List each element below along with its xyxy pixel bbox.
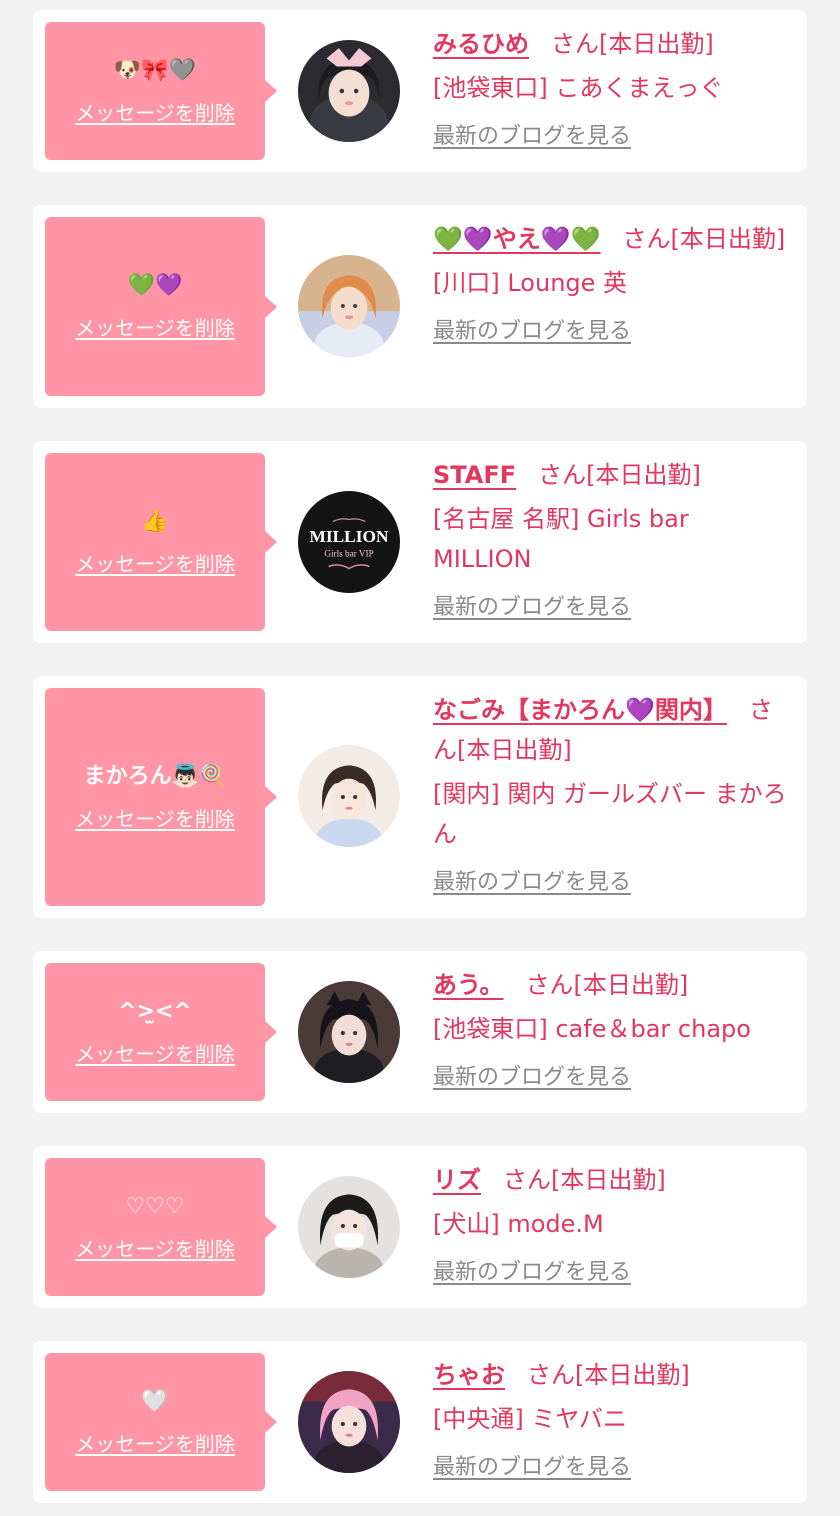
profile-photo-icon [298,1371,400,1473]
message-bubble: ^>̫<^ メッセージを削除 [45,963,277,1101]
status-text: さん[本日出勤] [503,1166,666,1194]
item-info: あう。 さん[本日出勤] [池袋東口] cafe＆bar chapo 最新のブログ… [433,965,789,1095]
message-bubble: 💚💜 メッセージを削除 [45,217,277,396]
list-item: 🤍 メッセージを削除 ちゃお さん[本日出勤] [中央通] ミヤバニ 最新のブログ… [33,1341,807,1503]
million-logo: MILLION Girls bar VIP [298,491,400,593]
message-text: ^>̫<^ [118,998,192,1024]
shop-text: [池袋東口] cafe＆bar chapo [433,1015,751,1043]
blog-link[interactable]: 最新のブログを見る [433,591,631,625]
item-info: 💚💜やえ💜💚 さん[本日出勤] [川口] Lounge 英 最新のブログを見る [433,219,789,349]
blog-link[interactable]: 最新のブログを見る [433,866,631,900]
message-bubble: 🤍 メッセージを削除 [45,1353,277,1491]
list-item: まかろん👼🏻🍭 メッセージを削除 なごみ【まかろん💜関内】 さん[本日出勤] [関… [33,676,807,918]
message-text: 💚💜 [127,273,183,298]
status-text: さん[本日出勤] [622,225,786,253]
item-info: みるひめ さん[本日出勤] [池袋東口] こあくまえっぐ 最新のブログを見る [433,24,789,154]
delete-message-link[interactable]: メッセージを削除 [75,1038,235,1067]
status-text: さん[本日出勤] [527,1361,690,1389]
cast-name-link[interactable]: STAFF [433,461,516,489]
item-info: なごみ【まかろん💜関内】 さん[本日出勤] [関内] 関内 ガールズバー まかろん… [433,690,789,900]
status-text: さん[本日出勤] [538,461,701,489]
shop-text: [犬山] mode.M [433,1210,604,1238]
item-info: STAFF さん[本日出勤] [名古屋 名駅] Girls bar MILLION… [433,455,789,625]
profile-photo-icon [298,1176,400,1278]
blog-link[interactable]: 最新のブログを見る [433,1256,631,1290]
list-item: ^>̫<^ メッセージを削除 あう。 さん[本日出勤] [池袋東口] cafe＆b… [33,951,807,1113]
message-text: 👍 [141,508,169,534]
delete-message-link[interactable]: メッセージを削除 [75,803,235,832]
list-item: 👍 メッセージを削除 MILLION Girls bar VIP STAFF さん… [33,441,807,643]
avatar[interactable] [298,981,400,1083]
shop-text: [関内] 関内 ガールズバー まかろん [433,780,787,848]
item-info: ちゃお さん[本日出勤] [中央通] ミヤバニ 最新のブログを見る [433,1355,789,1485]
cast-name-link[interactable]: みるひめ [433,30,529,58]
message-text: 🐶🎀🩶 [113,57,197,83]
shop-text: [中央通] ミヤバニ [433,1405,627,1433]
message-text: 🤍 [141,1388,169,1414]
message-bubble: ♡♡♡ メッセージを削除 [45,1158,277,1296]
avatar[interactable]: MILLION Girls bar VIP [298,491,400,593]
status-text: さん[本日出勤] [525,971,689,999]
cast-name-link[interactable]: なごみ【まかろん💜関内】 [433,696,727,724]
list-item: ♡♡♡ メッセージを削除 リズ さん[本日出勤] [犬山] mode.M 最新のブ… [33,1146,807,1308]
delete-message-link[interactable]: メッセージを削除 [75,97,235,126]
blog-link[interactable]: 最新のブログを見る [433,120,631,154]
list-item: 💚💜 メッセージを削除 💚💜やえ💜💚 さん[本日出勤] [川口] Lounge 英… [33,205,807,408]
message-text: まかろん👼🏻🍭 [83,763,227,789]
message-list: 🐶🎀🩶 メッセージを削除 みるひめ さん[本日出勤] [池袋東口] こあくまえっぐ… [0,0,840,1516]
cast-name-link[interactable]: ちゃお [433,1361,505,1389]
profile-photo-icon [298,981,400,1083]
blog-link[interactable]: 最新のブログを見る [433,1061,631,1095]
cast-name-link[interactable]: あう。 [433,971,504,999]
message-text: ♡♡♡ [125,1193,185,1219]
shop-text: [名古屋 名駅] Girls bar MILLION [433,505,689,573]
shop-text: [池袋東口] こあくまえっぐ [433,74,724,102]
svg-text:Girls bar VIP: Girls bar VIP [324,548,373,558]
avatar[interactable] [298,745,400,847]
profile-photo-icon [298,745,400,847]
blog-link[interactable]: 最新のブログを見る [433,1451,631,1485]
delete-message-link[interactable]: メッセージを削除 [75,548,235,577]
cast-name-link[interactable]: リズ [433,1166,481,1194]
message-bubble: 🐶🎀🩶 メッセージを削除 [45,22,277,160]
profile-photo-icon [298,255,400,357]
item-info: リズ さん[本日出勤] [犬山] mode.M 最新のブログを見る [433,1160,789,1290]
delete-message-link[interactable]: メッセージを削除 [75,1428,235,1457]
delete-message-link[interactable]: メッセージを削除 [75,312,235,341]
avatar[interactable] [298,1371,400,1473]
cast-name-link[interactable]: 💚💜やえ💜💚 [433,225,601,253]
avatar[interactable] [298,40,400,142]
avatar[interactable] [298,1176,400,1278]
profile-photo-icon [298,40,400,142]
svg-text:MILLION: MILLION [310,527,389,546]
avatar[interactable] [298,255,400,357]
status-text: さん[本日出勤] [551,30,714,58]
list-item: 🐶🎀🩶 メッセージを削除 みるひめ さん[本日出勤] [池袋東口] こあくまえっぐ… [33,10,807,172]
delete-message-link[interactable]: メッセージを削除 [75,1233,235,1262]
message-bubble: まかろん👼🏻🍭 メッセージを削除 [45,688,277,906]
message-bubble: 👍 メッセージを削除 [45,453,277,631]
shop-text: [川口] Lounge 英 [433,269,628,297]
blog-link[interactable]: 最新のブログを見る [433,315,631,349]
